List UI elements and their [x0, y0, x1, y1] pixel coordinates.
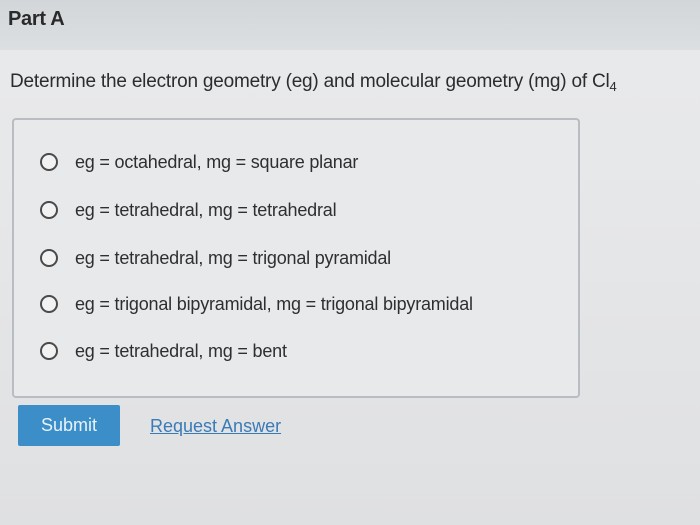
option-label: eg = tetrahedral, mg = bent	[75, 340, 287, 361]
option-4[interactable]: eg = trigonal bipyramidal, mg = trigonal…	[40, 290, 473, 318]
question-text: Determine the electron geometry (eg) and…	[10, 71, 617, 94]
request-answer-link[interactable]: Request Answer	[150, 416, 281, 437]
option-label: eg = trigonal bipyramidal, mg = trigonal…	[75, 293, 473, 314]
option-label: eg = tetrahedral, mg = trigonal pyramida…	[75, 247, 391, 268]
option-5[interactable]: eg = tetrahedral, mg = bent	[40, 337, 287, 365]
radio-button[interactable]	[40, 249, 58, 267]
option-label: eg = tetrahedral, mg = tetrahedral	[75, 199, 337, 220]
radio-button[interactable]	[40, 295, 58, 313]
answer-options: eg = octahedral, mg = square planar eg =…	[12, 118, 580, 398]
part-title: Part A	[8, 8, 65, 30]
header-band	[0, 0, 700, 50]
question-subscript: 4	[609, 79, 617, 94]
option-1[interactable]: eg = octahedral, mg = square planar	[40, 148, 358, 176]
option-2[interactable]: eg = tetrahedral, mg = tetrahedral	[40, 196, 337, 224]
option-3[interactable]: eg = tetrahedral, mg = trigonal pyramida…	[40, 244, 391, 272]
option-label: eg = octahedral, mg = square planar	[75, 151, 359, 172]
question-main: Determine the electron geometry (eg) and…	[10, 71, 610, 92]
submit-button[interactable]: Submit	[18, 405, 120, 446]
radio-button[interactable]	[40, 342, 58, 360]
radio-button[interactable]	[40, 201, 58, 219]
radio-button[interactable]	[40, 153, 58, 171]
